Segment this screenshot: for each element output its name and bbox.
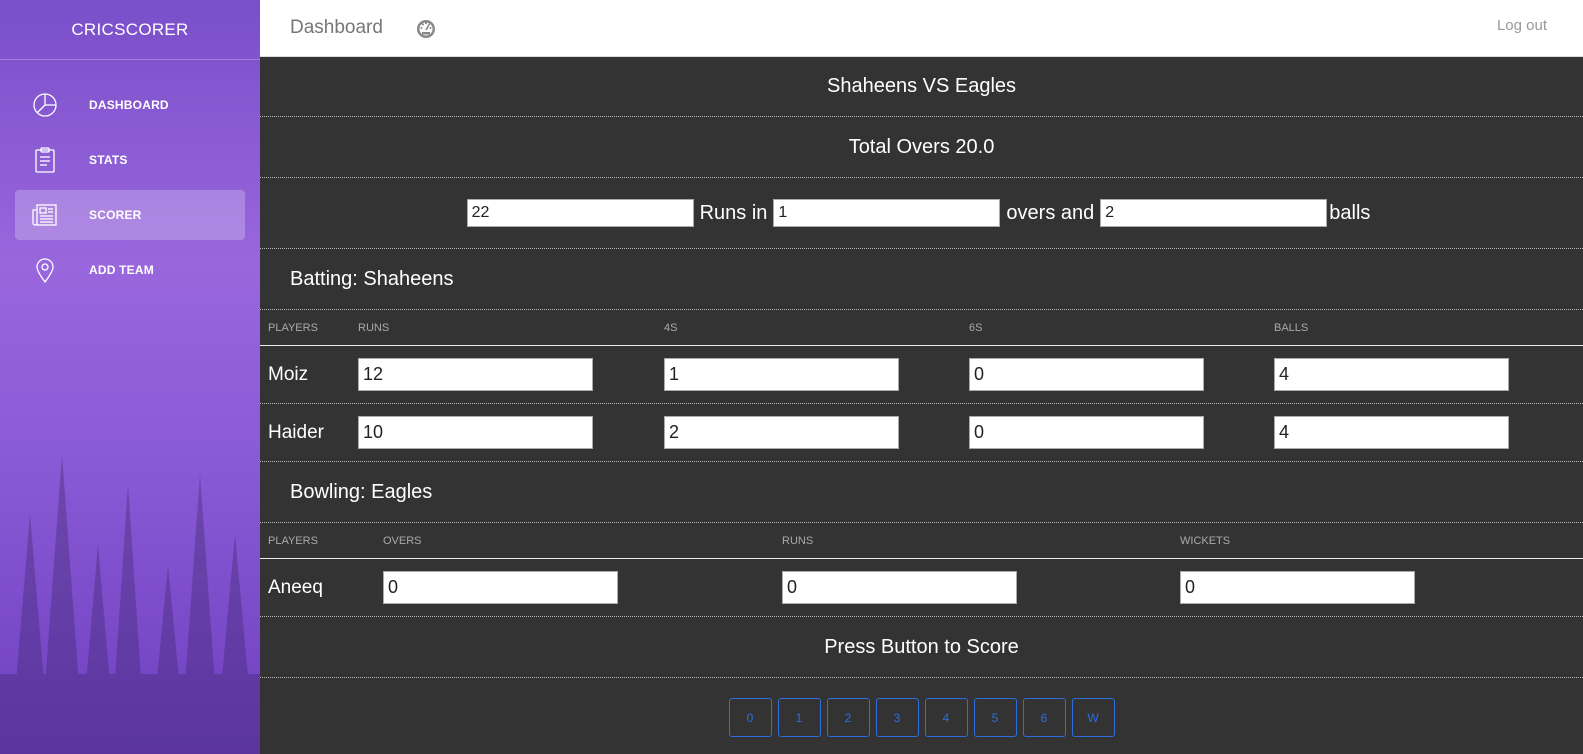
score-prompt: Press Button to Score <box>824 635 1019 658</box>
player-name: Moiz <box>268 363 309 385</box>
score-prompt-row: Press Button to Score <box>260 617 1583 678</box>
batting-table: PLAYERS RUNS 4S 6S BALLS Moiz Haider <box>260 310 1583 462</box>
app-brand: CRICSCORER <box>0 0 260 60</box>
sidebar-item-add-team[interactable]: ADD TEAM <box>15 245 245 295</box>
balls-input[interactable] <box>1100 199 1328 227</box>
pie-chart-icon <box>33 93 57 117</box>
sixes-input[interactable] <box>969 416 1204 449</box>
score-button-4[interactable]: 4 <box>924 698 968 737</box>
sidebar-item-dashboard[interactable]: DASHBOARD <box>15 80 245 130</box>
table-row: Haider <box>260 404 1583 462</box>
column-header: BALLS <box>1274 321 1309 334</box>
total-overs: Total Overs 20.0 <box>848 135 995 158</box>
column-header: WICKETS <box>1180 534 1231 547</box>
bowling-heading: Bowling: Eagles <box>290 480 433 503</box>
balls-label: balls <box>1329 201 1371 224</box>
column-header: PLAYERS <box>268 321 318 334</box>
page-title: Dashboard <box>290 17 383 38</box>
runs-conceded-input[interactable] <box>782 571 1017 604</box>
match-title: Shaheens VS Eagles <box>826 75 1017 97</box>
score-button-6[interactable]: 6 <box>1022 698 1066 737</box>
score-button-3[interactable]: 3 <box>875 698 919 737</box>
overs-and-label: overs and <box>1006 201 1095 224</box>
fours-input[interactable] <box>664 416 899 449</box>
batting-heading-row: Batting: Shaheens <box>260 249 1583 310</box>
player-name: Haider <box>268 421 324 443</box>
forest-background <box>0 454 260 754</box>
column-header: PLAYERS <box>268 534 318 547</box>
clipboard-icon <box>35 147 55 173</box>
sidebar-item-stats[interactable]: STATS <box>15 135 245 185</box>
column-header: 4S <box>664 321 678 334</box>
score-button-0[interactable]: 0 <box>728 698 772 737</box>
score-summary-row: Runs in overs and balls <box>260 178 1583 249</box>
player-name: Aneeq <box>268 576 323 598</box>
match-title-row: Shaheens VS Eagles <box>260 57 1583 117</box>
runs-in-label: Runs in <box>699 201 768 224</box>
sidebar-item-label: ADD TEAM <box>89 263 154 277</box>
scorer-panel: Shaheens VS Eagles Total Overs 20.0 Runs… <box>260 57 1583 754</box>
score-button-wicket[interactable]: W <box>1071 698 1115 737</box>
bowling-table-header: PLAYERS OVERS RUNS WICKETS <box>260 523 1583 559</box>
sidebar: CRICSCORER DASHBOARD STATS SCORER ADD TE… <box>0 0 260 754</box>
overs-input[interactable] <box>773 199 1001 227</box>
score-button-5[interactable]: 5 <box>973 698 1017 737</box>
table-row: Aneeq <box>260 559 1583 617</box>
overs-bowled-input[interactable] <box>383 571 618 604</box>
balls-faced-input[interactable] <box>1274 358 1509 391</box>
column-header: 6S <box>969 321 983 334</box>
sixes-input[interactable] <box>969 358 1204 391</box>
column-header: RUNS <box>358 321 390 334</box>
sidebar-nav: DASHBOARD STATS SCORER ADD TEAM <box>0 80 260 295</box>
score-buttons: 0 1 2 3 4 5 6 W <box>260 678 1583 737</box>
map-pin-icon <box>36 258 54 284</box>
bowling-heading-row: Bowling: Eagles <box>260 462 1583 523</box>
sidebar-item-scorer[interactable]: SCORER <box>15 190 245 240</box>
newspaper-icon <box>32 204 57 226</box>
sidebar-item-label: SCORER <box>89 208 142 222</box>
sidebar-item-label: DASHBOARD <box>89 98 169 112</box>
top-bar: Dashboard Log out <box>260 0 1583 57</box>
wickets-input[interactable] <box>1180 571 1415 604</box>
sidebar-item-label: STATS <box>89 153 128 167</box>
column-header: OVERS <box>383 534 422 547</box>
bowling-table: PLAYERS OVERS RUNS WICKETS Aneeq <box>260 523 1583 617</box>
logout-link[interactable]: Log out <box>1497 17 1547 34</box>
batting-table-header: PLAYERS RUNS 4S 6S BALLS <box>260 310 1583 346</box>
runs-input[interactable] <box>358 358 593 391</box>
total-overs-row: Total Overs 20.0 <box>260 117 1583 178</box>
score-button-2[interactable]: 2 <box>826 698 870 737</box>
fours-input[interactable] <box>664 358 899 391</box>
table-row: Moiz <box>260 346 1583 404</box>
dashboard-gauge-icon[interactable] <box>415 17 437 39</box>
runs-input[interactable] <box>358 416 593 449</box>
balls-faced-input[interactable] <box>1274 416 1509 449</box>
column-header: RUNS <box>782 534 814 547</box>
batting-heading: Batting: Shaheens <box>290 267 454 290</box>
score-button-1[interactable]: 1 <box>777 698 821 737</box>
total-runs-input[interactable] <box>466 199 694 227</box>
